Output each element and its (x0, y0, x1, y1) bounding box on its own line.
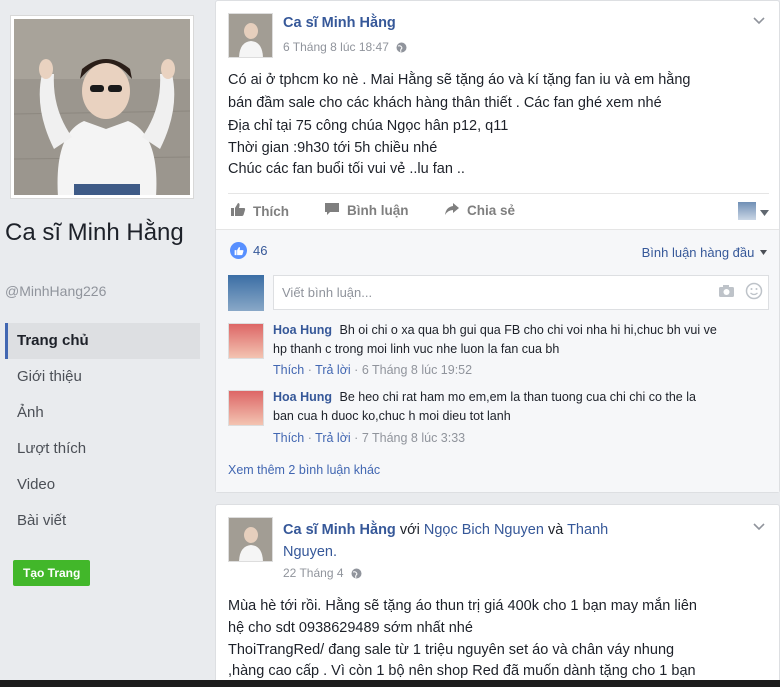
comment-sort-dropdown[interactable]: Bình luận hàng đầu (642, 243, 767, 260)
commenter-name[interactable]: Hoa Hung (273, 390, 332, 404)
tagged-user[interactable]: Ngọc Bich Nguyen (424, 522, 544, 538)
share-arrow-icon (444, 202, 460, 219)
page-nav: Trang chủ Giới thiệu Ảnh Lượt thích Vide… (5, 323, 200, 539)
comment-body: Hoa Hung Be heo chi rat ham mo em,em la … (273, 388, 763, 426)
comment-bubble-icon (324, 202, 340, 219)
thumbs-up-icon (230, 202, 246, 220)
globe-icon (351, 568, 362, 582)
post-text-line: ThoiTrangRed/ đang sale từ 1 triệu nguyê… (228, 642, 675, 658)
nav-item-home[interactable]: Trang chủ (5, 323, 200, 359)
post-options-chevron-icon[interactable] (753, 13, 765, 29)
viewer-avatar (228, 275, 264, 311)
create-page-button[interactable]: Tạo Trang (13, 560, 91, 586)
comment-actions: Thích · Trả lời · 6 Tháng 8 lúc 19:52 (273, 363, 473, 377)
caret-down-icon (760, 201, 769, 220)
comment-time[interactable]: 6 Tháng 8 lúc 19:52 (362, 363, 472, 377)
comment-text: hp thanh c trong moi linh vuc nhe luon l… (273, 342, 560, 356)
post-card: Ca sĩ Minh Hằng với Ngọc Bich Nguyen và … (215, 504, 780, 687)
comment-reply-link[interactable]: Trả lời (315, 431, 351, 445)
like-label: Thích (253, 203, 289, 219)
like-button[interactable]: Thích (230, 202, 289, 220)
caret-down-icon (760, 243, 767, 258)
tagged-user-continued[interactable]: Nguyen. (283, 544, 337, 560)
comment-like-link[interactable]: Thích (273, 431, 304, 445)
post-text-line: Có ai ở tphcm ko nè . Mai Hằng sẽ tặng á… (228, 72, 691, 88)
commenter-avatar[interactable] (228, 323, 264, 359)
post-card: Ca sĩ Minh Hằng 6 Tháng 8 lúc 18:47 Có a… (215, 0, 780, 493)
commenter-name[interactable]: Hoa Hung (273, 323, 332, 337)
left-column: Ca sĩ Minh Hằng @MinhHang226 Trang chủ G… (0, 0, 210, 687)
like-reaction-icon (230, 242, 247, 259)
author-avatar[interactable] (228, 517, 273, 562)
share-label: Chia sẻ (467, 203, 516, 218)
page-handle[interactable]: @MinhHang226 (5, 283, 106, 299)
camera-icon[interactable] (718, 283, 735, 302)
post-text-line: bán đầm sale cho các khách hàng thân thi… (228, 95, 662, 111)
comments-section: 46 Bình luận hàng đầu Viết bình luận... … (216, 229, 779, 492)
page-name[interactable]: Ca sĩ Minh Hằng (5, 218, 205, 248)
nav-item-videos[interactable]: Video (5, 467, 200, 503)
nav-item-likes[interactable]: Lượt thích (5, 431, 200, 467)
post-options-chevron-icon[interactable] (753, 519, 765, 535)
tagged-user[interactable]: Thanh (567, 522, 608, 538)
post-author[interactable]: Ca sĩ Minh Hằng (283, 522, 396, 538)
profile-picture-image (14, 19, 190, 195)
page-avatar-small (738, 201, 756, 220)
taskbar-strip (0, 680, 780, 687)
comment-text: Bh oi chi o xa qua bh gui qua FB cho chi… (339, 323, 717, 337)
nav-item-photos[interactable]: Ảnh (5, 395, 200, 431)
post-text-line: ,hàng cao cấp . Vì còn 1 bộ nên shop Red… (228, 663, 696, 679)
post-time[interactable]: 22 Tháng 4 (283, 566, 344, 580)
comment-like-link[interactable]: Thích (273, 363, 304, 377)
emoji-icon[interactable] (745, 282, 763, 304)
author-avatar[interactable] (228, 13, 273, 58)
like-count: 46 (253, 243, 268, 258)
comment-time[interactable]: 7 Tháng 8 lúc 3:33 (362, 431, 465, 445)
comment-input[interactable]: Viết bình luận... (273, 275, 769, 310)
post-text-line: Mùa hè tới rồi. Hằng sẽ tặng áo thun trị… (228, 598, 697, 614)
post-header-text: Ca sĩ Minh Hằng với Ngọc Bich Nguyen và … (283, 519, 723, 563)
post-action-bar: Thích Bình luận Chia sẻ (228, 193, 769, 229)
comment-reply-link[interactable]: Trả lời (315, 363, 351, 377)
nav-item-posts[interactable]: Bài viết (5, 503, 200, 539)
reaction-summary[interactable]: 46 (230, 242, 267, 259)
and-word: và (547, 522, 564, 538)
post-text-line: hệ cho sdt 0938629489 sớm nhất nhé (228, 620, 473, 636)
comment-composer: Viết bình luận... (228, 275, 769, 311)
post-time[interactable]: 6 Tháng 8 lúc 18:47 (283, 40, 389, 54)
comment-actions: Thích · Trả lời · 7 Tháng 8 lúc 3:33 (273, 431, 466, 445)
comment-text: Be heo chi rat ham mo em,em la than tuon… (339, 390, 696, 404)
see-more-comments-link[interactable]: Xem thêm 2 bình luận khác (228, 463, 380, 477)
share-button[interactable]: Chia sẻ (444, 202, 515, 219)
globe-icon (396, 42, 407, 56)
comment-body: Hoa Hung Bh oi chi o xa qua bh gui qua F… (273, 321, 763, 359)
post-as-selector[interactable] (738, 201, 769, 220)
post-text-line: Thời gian :9h30 tới 5h chiều nhé (228, 140, 438, 156)
post-timestamp[interactable]: 22 Tháng 4 (283, 566, 362, 582)
comment-button[interactable]: Bình luận (324, 202, 409, 219)
post-text-line: Địa chỉ tại 75 công chúa Ngọc hân p12, q… (228, 118, 509, 134)
profile-photo[interactable] (10, 15, 194, 199)
post-timestamp[interactable]: 6 Tháng 8 lúc 18:47 (283, 40, 407, 56)
commenter-avatar[interactable] (228, 390, 264, 426)
comment-sort-label: Bình luận hàng đầu (641, 245, 755, 260)
comment-text: ban cua h duoc ko,chuc h moi dieu tot la… (273, 409, 511, 423)
comment-label: Bình luận (347, 203, 409, 218)
post-text-line: Chúc các fan buổi tối vui vẻ ..lu fan .. (228, 161, 465, 177)
post-author[interactable]: Ca sĩ Minh Hằng (283, 15, 396, 31)
with-word: với (399, 522, 420, 538)
nav-item-about[interactable]: Giới thiệu (5, 359, 200, 395)
